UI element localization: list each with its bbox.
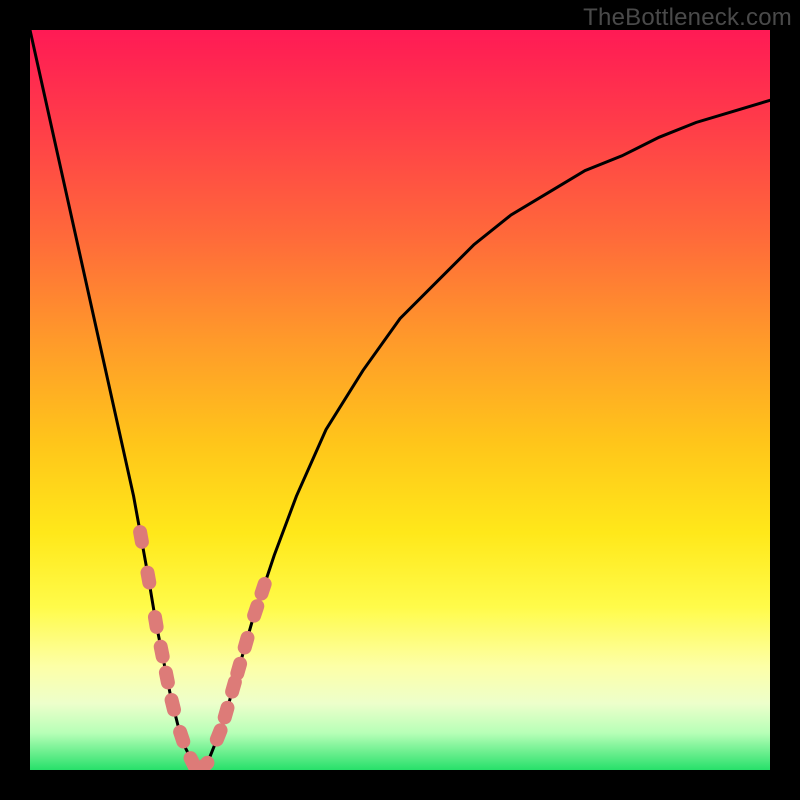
curve-marker: [208, 721, 230, 748]
curve-marker: [236, 629, 256, 656]
marker-cluster-right: [208, 575, 274, 749]
plot-area: [30, 30, 770, 770]
curve-marker: [147, 609, 165, 635]
curve-marker: [171, 723, 192, 750]
curve-marker: [139, 565, 157, 591]
chart-frame: TheBottleneck.com: [0, 0, 800, 800]
curve-marker: [216, 699, 236, 726]
curve-marker: [253, 575, 274, 602]
chart-svg: [30, 30, 770, 770]
watermark-label: TheBottleneck.com: [583, 4, 792, 32]
curve-marker: [163, 692, 182, 719]
bottleneck-curve-path: [30, 30, 770, 770]
curve-marker: [152, 638, 170, 664]
bottleneck-curve: [30, 30, 770, 770]
curve-marker: [245, 597, 266, 624]
curve-marker: [158, 664, 176, 690]
curve-marker: [132, 524, 150, 550]
